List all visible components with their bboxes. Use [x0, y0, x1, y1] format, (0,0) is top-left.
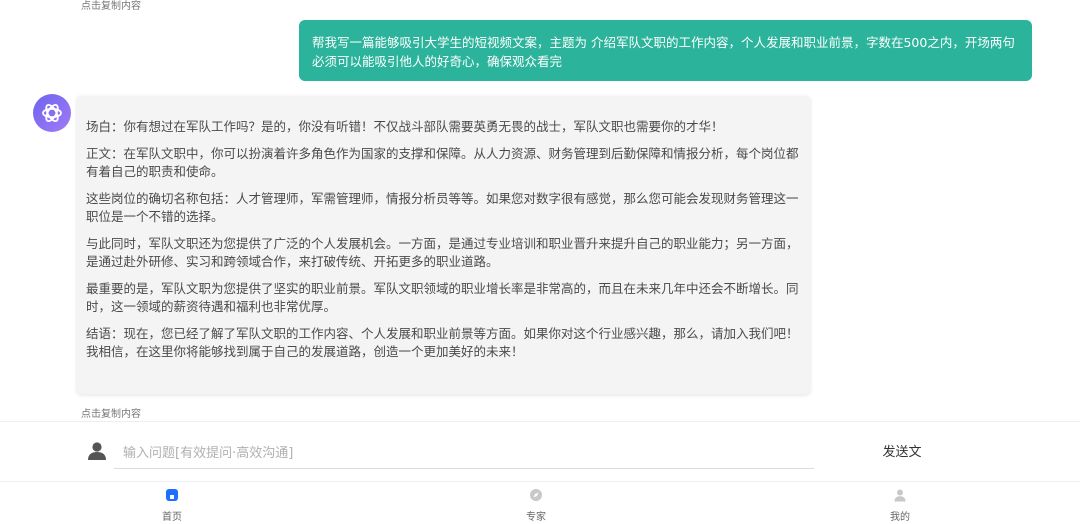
tab-label: 专家	[526, 512, 546, 523]
bottom-tab-bar: 首页 专家 我的	[0, 482, 1080, 524]
tab-home[interactable]: 首页	[142, 488, 202, 523]
assistant-paragraph: 结语：现在，您已经了解了军队文职的工作内容、个人发展和职业前景等方面。如果你对这…	[86, 326, 799, 359]
assistant-paragraph: 正文：在军队文职中，你可以扮演着许多角色作为国家的支撑和保障。从人力资源、财务管…	[86, 146, 799, 179]
person-icon	[88, 442, 106, 460]
home-icon	[166, 489, 178, 501]
copy-hint-bottom[interactable]: 点击复制内容	[81, 405, 141, 420]
tab-experts[interactable]: 专家	[506, 488, 566, 523]
openai-logo-icon	[42, 104, 62, 122]
question-input[interactable]	[114, 439, 814, 469]
send-button[interactable]: 发送文	[868, 442, 936, 464]
tab-label: 首页	[162, 512, 182, 523]
user-icon	[894, 489, 906, 502]
assistant-avatar	[33, 94, 71, 132]
assistant-paragraph: 与此同时，军队文职还为您提供了广泛的个人发展机会。一方面，是通过专业培训和职业晋…	[86, 236, 799, 269]
assistant-paragraph: 场白：你有想过在军队工作吗？是的，你没有听错！不仅战斗部队需要英勇无畏的战士，军…	[86, 119, 724, 134]
copy-hint-top[interactable]: 点击复制内容	[81, 0, 141, 12]
assistant-message-bubble[interactable]: 场白：你有想过在军队工作吗？是的，你没有听错！不仅战斗部队需要英勇无畏的战士，军…	[77, 96, 810, 394]
tab-label: 我的	[890, 512, 910, 523]
assistant-paragraph: 最重要的是，军队文职为您提供了坚实的职业前景。军队文职领域的职业增长率是非常高的…	[86, 281, 799, 314]
tab-mine[interactable]: 我的	[870, 488, 930, 523]
divider-top	[0, 421, 1080, 422]
assistant-paragraph: 这些岗位的确切名称包括：人才管理师，军需管理师，情报分析员等等。如果您对数字很有…	[86, 191, 799, 224]
user-message-text: 帮我写一篇能够吸引大学生的短视频文案，主题为 介绍军队文职的工作内容，个人发展和…	[312, 35, 1015, 69]
compass-icon	[530, 489, 542, 501]
user-message-bubble[interactable]: 帮我写一篇能够吸引大学生的短视频文案，主题为 介绍军队文职的工作内容，个人发展和…	[299, 20, 1032, 81]
input-row: 发送文	[0, 426, 1080, 480]
